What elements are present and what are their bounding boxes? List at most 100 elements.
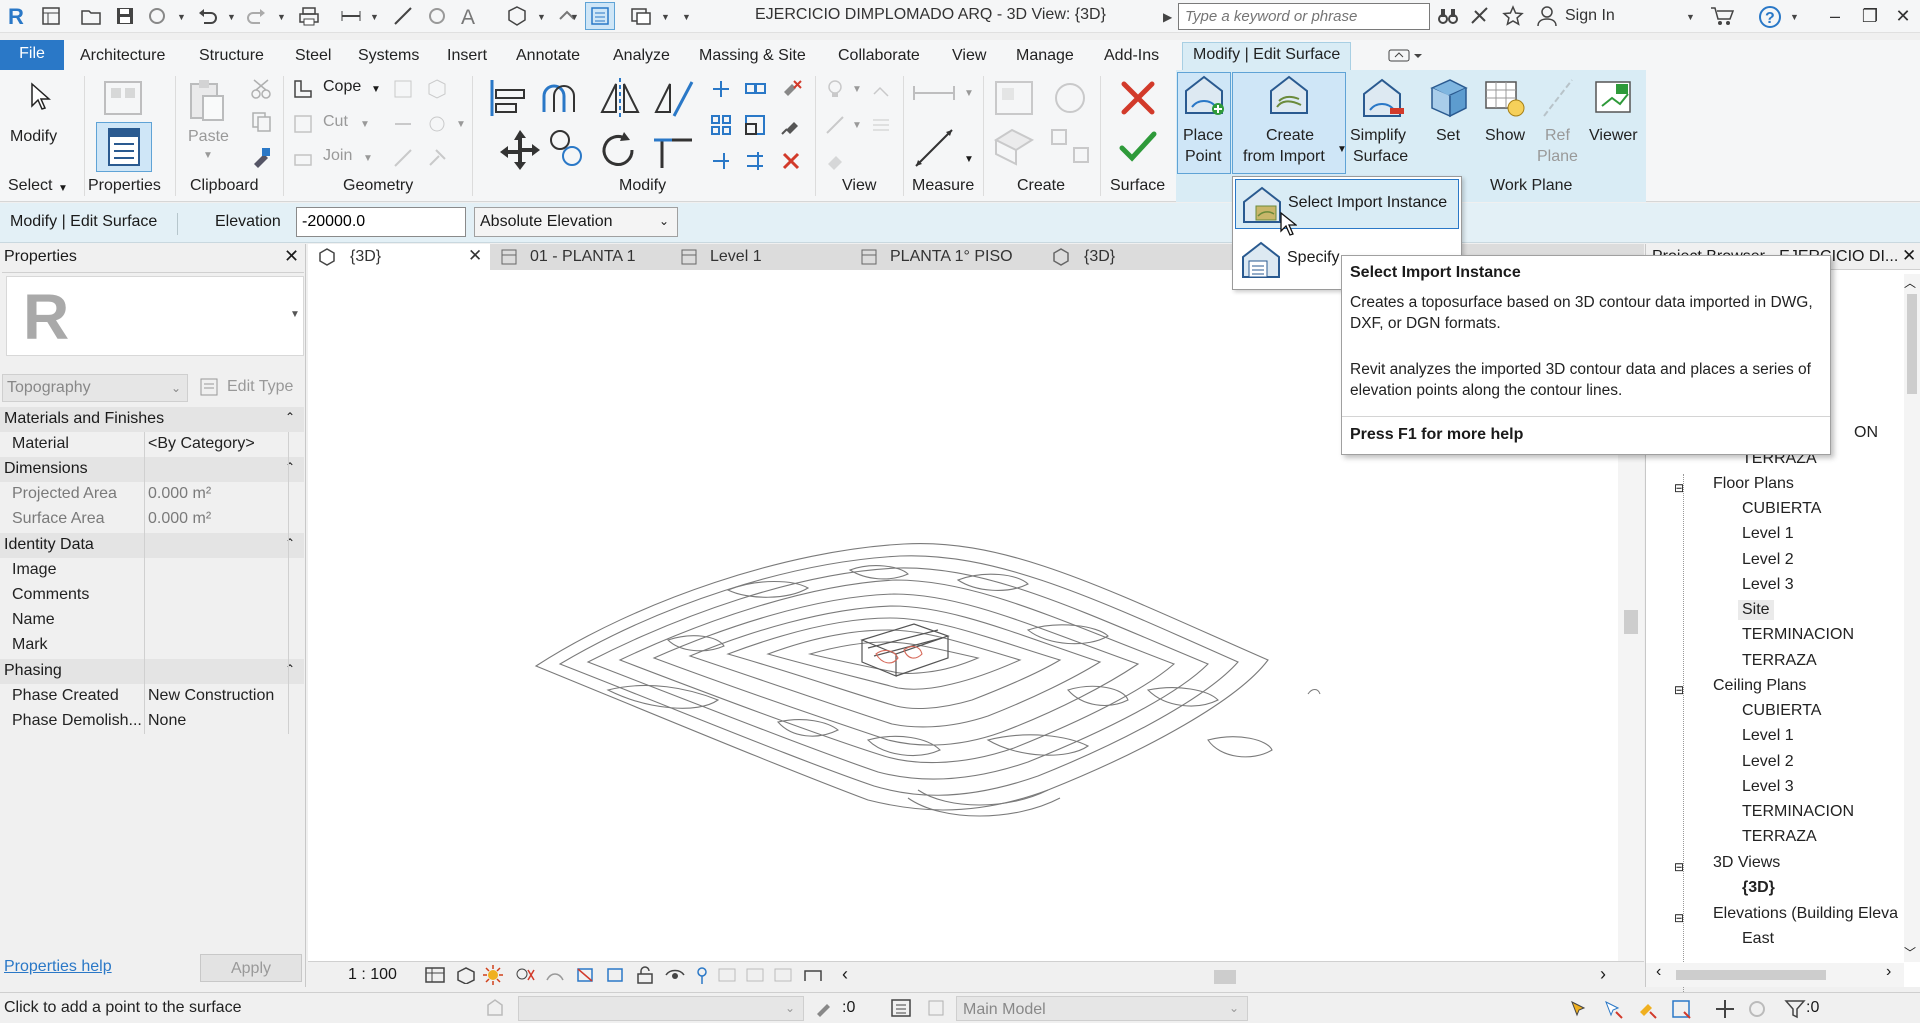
collapse-minus-icon[interactable]: ⊟ [1674,911,1684,925]
apply-button[interactable]: Apply [200,954,302,982]
undo-icon[interactable] [196,5,218,27]
show-button[interactable]: Show [1485,127,1525,145]
detail-level-icon[interactable] [424,966,446,984]
ref-plane-label-2[interactable]: Plane [1537,148,1578,166]
tab-insert[interactable]: Insert [447,44,487,70]
chevron-down-icon[interactable]: ▼ [964,154,974,165]
measure-icon[interactable] [340,5,362,27]
chevron-down-icon[interactable]: ▼ [964,88,974,99]
paste-button[interactable]: Paste [188,128,229,146]
property-row[interactable]: Phase Created New Construction [0,684,306,709]
browser-item-selected[interactable]: Site [1738,600,1774,620]
chevron-down-icon[interactable]: ▼ [227,12,236,22]
ref-plane-label-1[interactable]: Ref [1545,127,1570,145]
measure-between-icon[interactable] [912,82,956,104]
property-row[interactable]: Name [0,608,306,633]
viewer-icon[interactable] [1592,76,1636,120]
ribbon-minimize-icon[interactable] [1388,47,1424,63]
properties-toggle[interactable] [96,122,152,172]
property-row[interactable]: Phase Demolish... None [0,709,306,734]
tab-collaborate[interactable]: Collaborate [838,44,920,70]
browser-item[interactable]: Level 3 [1742,778,1794,796]
chevron-down-icon[interactable]: ▼ [661,12,670,22]
menu-item-select-import-instance[interactable]: Select Import Instance [1235,179,1459,229]
unlock-3d-icon[interactable] [634,966,656,984]
browser-item[interactable]: TERMINACION [1742,626,1854,644]
scroll-left-icon[interactable]: ‹ [842,964,848,985]
chevron-down-icon[interactable]: ▼ [1686,12,1695,22]
tab-modify-edit-surface[interactable]: Modify | Edit Surface [1182,42,1352,70]
category-materials[interactable]: Materials and Finishes ⌃ [0,407,304,432]
search-input[interactable] [1178,3,1430,30]
show-work-plane-icon[interactable] [1482,76,1526,120]
sync-icon[interactable] [146,5,168,27]
close-icon[interactable]: ✕ [1902,246,1916,266]
property-row[interactable]: Mark [0,633,306,658]
select-by-face-icon[interactable] [1670,998,1692,1020]
communication-icon[interactable] [1469,5,1491,27]
tab-manage[interactable]: Manage [1016,44,1074,70]
browser-group-ceiling-plans[interactable]: Ceiling Plans [1713,677,1806,695]
trim-multiple-icon[interactable] [744,150,766,172]
chevron-down-icon[interactable]: ▼ [58,183,68,194]
move-small-icon[interactable] [710,78,732,100]
browser-item[interactable]: Level 2 [1742,753,1794,771]
browser-item[interactable]: Level 1 [1742,525,1794,543]
cope-button[interactable]: Cope [323,78,361,96]
shadows-icon[interactable] [514,966,536,984]
join-button[interactable]: Join [323,147,352,165]
pin-icon[interactable] [780,114,802,136]
category-dimensions[interactable]: Dimensions ⌃ [0,457,304,482]
customize-toolbar-icon[interactable]: ▼ [682,12,691,22]
tab-file[interactable]: File [0,40,64,70]
chevron-down-icon[interactable]: ▼ [852,84,862,95]
select-underlay-icon[interactable] [1602,998,1624,1020]
user-icon[interactable] [1536,5,1558,27]
tab-massing-site[interactable]: Massing & Site [699,44,806,70]
filter-icon[interactable] [1784,998,1806,1020]
open-folder-icon[interactable] [80,5,102,27]
trim-extend-corner-icon[interactable] [652,128,696,172]
viewer-button[interactable]: Viewer [1589,127,1638,145]
browser-item[interactable]: Level 3 [1742,576,1794,594]
join-icon[interactable] [292,147,314,169]
aligned-dim-icon[interactable] [912,126,956,170]
paint-icon[interactable] [426,113,448,135]
edit-type-icon[interactable] [198,376,220,398]
sign-in-label[interactable]: Sign In [1565,7,1615,25]
chevron-right-icon[interactable]: ▶ [1163,10,1172,24]
visual-style-icon[interactable] [454,966,476,984]
select-group-label[interactable]: Select [8,177,52,195]
select-pinned-icon[interactable] [1636,998,1658,1020]
3d-view-icon[interactable] [506,5,528,27]
create-assembly-icon[interactable] [1048,78,1092,118]
thin-lines-view-icon[interactable] [870,114,892,136]
chevron-down-icon[interactable]: ▼ [1337,144,1347,155]
create-similar-icon[interactable] [992,126,1036,166]
offset-icon[interactable] [540,76,584,120]
create-group-icon[interactable] [1048,126,1092,166]
restore-icon[interactable]: ❐ [1855,4,1885,30]
tab-steel[interactable]: Steel [295,44,331,70]
finish-edit-icon[interactable] [1116,126,1160,166]
browser-group-3d-views[interactable]: 3D Views [1713,854,1780,872]
chevron-down-icon[interactable]: ▼ [456,119,466,130]
unpin-icon[interactable] [780,78,804,100]
browser-item[interactable]: Level 1 [1742,727,1794,745]
editable-only-icon[interactable] [814,998,834,1018]
scrollbar-thumb[interactable] [1907,294,1917,394]
chevron-down-icon[interactable]: ▼ [852,120,862,131]
category-identity[interactable]: Identity Data ⌃ [0,533,304,558]
text-icon[interactable]: A [458,5,480,27]
save-icon[interactable] [114,5,136,27]
browser-item[interactable]: CUBIERTA [1742,702,1821,720]
show-analytical-icon[interactable] [744,966,766,984]
set-button[interactable]: Set [1436,127,1460,145]
workset-icon[interactable] [484,997,506,1019]
view-scale[interactable]: 1 : 100 [348,966,397,984]
reveal-constraints-icon[interactable] [802,966,824,984]
design-options-icon[interactable] [890,998,912,1018]
horizontal-scrollbar-thumb[interactable] [1214,970,1236,984]
chevron-down-icon[interactable]: ▼ [371,84,381,95]
render-icon[interactable] [544,966,566,984]
